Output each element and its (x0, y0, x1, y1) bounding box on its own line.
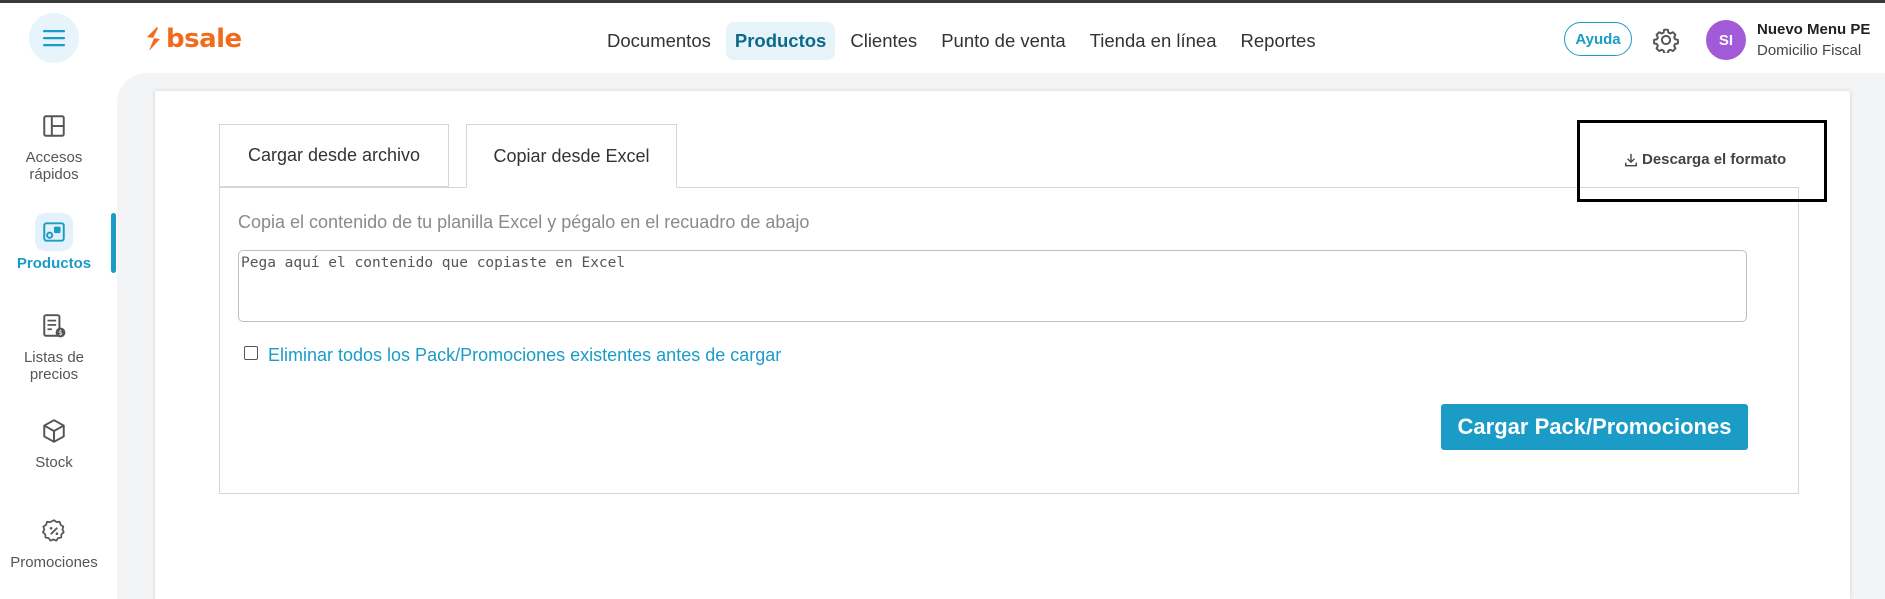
sidebar-item-label: Stock (35, 454, 73, 471)
sidebar-icon-wrap (35, 213, 73, 251)
sidebar-item-label: Listas de precios (23, 349, 85, 383)
user-name[interactable]: Nuevo Menu PE (1757, 21, 1870, 38)
logo-text: bsale (166, 24, 242, 54)
sidebar-item-listas-de-precios[interactable]: $ Listas de precios (0, 307, 108, 383)
hamburger-icon (43, 30, 65, 47)
svg-text:$: $ (58, 328, 62, 337)
upload-packs-button[interactable]: Cargar Pack/Promociones (1441, 404, 1748, 450)
nav-clientes[interactable]: Clientes (841, 22, 926, 60)
sidebar-item-productos[interactable]: Productos (0, 213, 108, 272)
nav-reportes[interactable]: Reportes (1232, 22, 1325, 60)
delete-existing-checkbox[interactable] (244, 345, 258, 360)
tab-copiar-desde-excel[interactable]: Copiar desde Excel (466, 124, 677, 188)
price-list-icon: $ (43, 314, 66, 338)
help-button[interactable]: Ayuda (1564, 22, 1632, 56)
delete-existing-label[interactable]: Eliminar todos los Pack/Promociones exis… (268, 345, 781, 366)
instruction-text: Copia el contenido de tu planilla Excel … (238, 212, 810, 232)
tab-cargar-desde-archivo[interactable]: Cargar desde archivo (219, 124, 449, 187)
layout-icon (43, 115, 65, 137)
download-icon (1625, 153, 1637, 166)
sidebar-item-accesos-rapidos[interactable]: Accesos rápidos (0, 107, 108, 183)
active-indicator (111, 213, 116, 273)
delete-existing-option: Eliminar todos los Pack/Promociones exis… (244, 345, 781, 366)
sidebar-item-promociones[interactable]: Promociones (0, 512, 108, 571)
download-format-link[interactable]: Descarga el formato (1624, 151, 1786, 168)
nav-tienda-en-linea[interactable]: Tienda en línea (1081, 22, 1226, 60)
sidebar-item-label: Productos (16, 255, 92, 272)
sidebar: Accesos rápidos Productos $ Listas de pr… (0, 73, 117, 599)
sidebar-icon-wrap (35, 512, 73, 550)
bsale-logo-mark-icon (147, 27, 160, 51)
paste-excel-textarea[interactable] (238, 250, 1747, 322)
sidebar-item-label: Accesos rápidos (25, 149, 83, 183)
main-nav: Documentos Productos Clientes Punto de v… (598, 22, 1325, 60)
sidebar-item-label: Promociones (10, 554, 98, 571)
hamburger-menu-button[interactable] (29, 13, 79, 63)
sidebar-icon-wrap: $ (35, 307, 73, 345)
promotion-icon (42, 519, 65, 542)
box-icon (43, 419, 65, 443)
user-avatar[interactable]: SI (1706, 20, 1746, 60)
top-header: bsale Documentos Productos Clientes Punt… (0, 3, 1885, 73)
download-format-label: Descarga el formato (1642, 151, 1787, 168)
sidebar-item-stock[interactable]: Stock (0, 412, 108, 471)
products-icon (43, 222, 65, 242)
sidebar-icon-wrap (35, 107, 73, 145)
bsale-logo[interactable]: bsale (144, 23, 242, 55)
gear-icon[interactable] (1653, 27, 1679, 53)
nav-documentos[interactable]: Documentos (598, 22, 720, 60)
sidebar-icon-wrap (35, 412, 73, 450)
nav-productos[interactable]: Productos (725, 22, 836, 60)
user-subtitle: Domicilio Fiscal (1757, 42, 1862, 59)
nav-punto-de-venta[interactable]: Punto de venta (932, 22, 1074, 60)
